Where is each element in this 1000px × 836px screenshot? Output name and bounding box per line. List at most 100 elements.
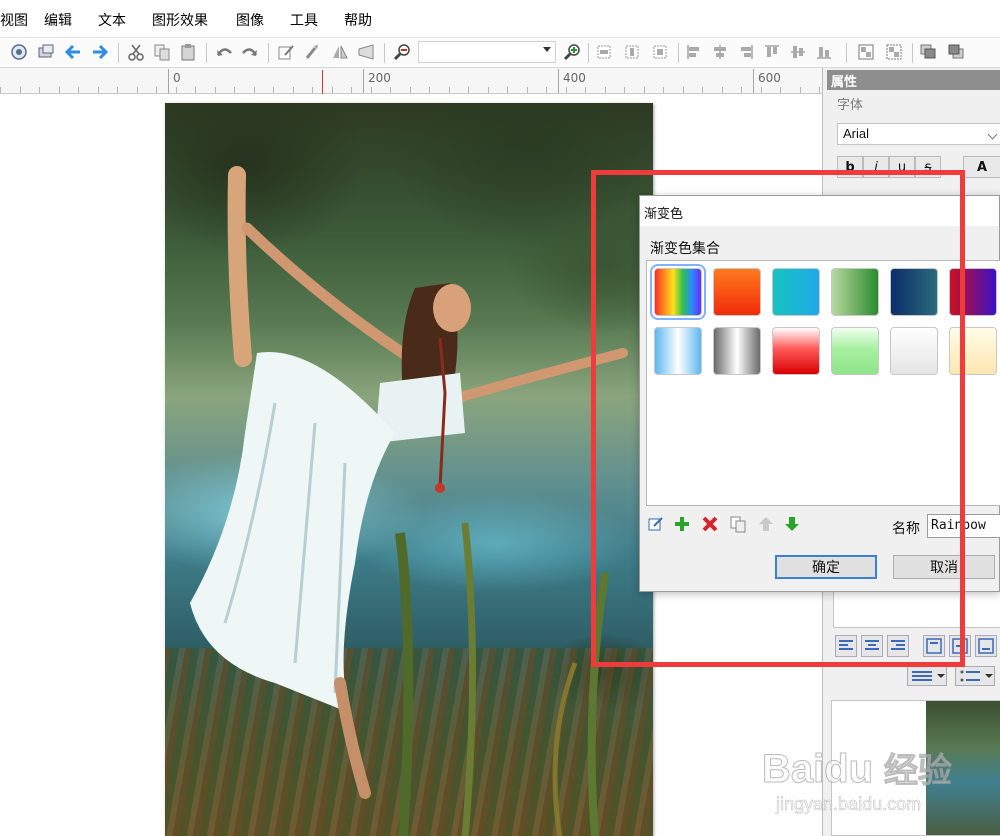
- menu-tools[interactable]: 工具: [290, 10, 318, 30]
- ruler-minor-tick: [761, 87, 762, 93]
- fit-page-icon[interactable]: [650, 42, 670, 62]
- publish-icon[interactable]: [36, 42, 56, 62]
- gradient-swatch-aqua[interactable]: [772, 268, 820, 316]
- move-up-icon[interactable]: [756, 514, 776, 534]
- ok-button[interactable]: 确定: [775, 555, 877, 579]
- menu-image[interactable]: 图像: [236, 10, 264, 30]
- delete-gradient-icon[interactable]: [700, 514, 720, 534]
- cut-icon[interactable]: [126, 42, 146, 62]
- ruler-minor-tick: [156, 87, 157, 93]
- menu-text[interactable]: 文本: [98, 10, 126, 30]
- gradient-name-input[interactable]: Rainbow: [927, 514, 1000, 538]
- align-center-icon[interactable]: [710, 42, 730, 62]
- ruler-label: 200: [368, 71, 391, 85]
- ruler-minor-tick: [663, 87, 664, 93]
- chevron-down-icon: [543, 47, 551, 52]
- redo-icon[interactable]: [240, 42, 260, 62]
- back-arrow-icon[interactable]: [63, 42, 83, 62]
- edit-gradient-icon[interactable]: [646, 514, 666, 534]
- copy-icon[interactable]: [152, 42, 172, 62]
- ruler-minor-tick: [390, 87, 391, 93]
- group-icon[interactable]: [856, 42, 876, 62]
- ruler-minor-tick: [507, 87, 508, 93]
- line-spacing-dropdown[interactable]: [907, 666, 947, 686]
- paste-icon[interactable]: [178, 42, 198, 62]
- bring-front-icon[interactable]: [918, 42, 938, 62]
- gradient-swatch-light-green[interactable]: [831, 327, 879, 375]
- toolbar-separator: [912, 43, 913, 63]
- valign-top-button[interactable]: [923, 635, 945, 657]
- forward-arrow-icon[interactable]: [90, 42, 110, 62]
- menu-graphic-effects[interactable]: 图形效果: [152, 10, 208, 30]
- yoga-photo[interactable]: [165, 103, 653, 836]
- ruler-minor-tick: [117, 87, 118, 93]
- duplicate-gradient-icon[interactable]: [728, 514, 748, 534]
- align-left-icon[interactable]: [684, 42, 704, 62]
- toolbar-separator: [846, 43, 847, 63]
- align-right-icon[interactable]: [736, 42, 756, 62]
- valign-bottom-button[interactable]: [975, 635, 997, 657]
- ruler-minor-tick: [449, 87, 450, 93]
- gradient-swatch-sky-blue[interactable]: [654, 327, 702, 375]
- dialog-title: 渐变色: [640, 196, 999, 226]
- gradient-swatch-purple-red[interactable]: [949, 268, 997, 316]
- gradient-swatch-white[interactable]: [890, 327, 938, 375]
- font-color-button[interactable]: A: [963, 156, 1000, 178]
- fit-width-icon[interactable]: [594, 42, 614, 62]
- ruler-minor-tick: [410, 87, 411, 93]
- ruler-minor-tick: [468, 87, 469, 93]
- font-family-select[interactable]: Arial: [837, 123, 1000, 145]
- gradient-swatch-silver[interactable]: [713, 327, 761, 375]
- zoom-out-icon[interactable]: [392, 42, 412, 62]
- bold-label: b: [845, 159, 855, 175]
- perspective-icon[interactable]: [356, 42, 376, 62]
- italic-button[interactable]: i: [863, 156, 889, 178]
- text-align-left-button[interactable]: [835, 635, 857, 657]
- web-icon[interactable]: [9, 42, 29, 62]
- ruler-minor-tick: [137, 87, 138, 93]
- edit-icon[interactable]: [276, 42, 296, 62]
- ruler-minor-tick: [371, 87, 372, 93]
- align-top-icon[interactable]: [762, 42, 782, 62]
- zoom-combo[interactable]: [418, 41, 556, 63]
- strikethrough-label: s: [924, 159, 932, 175]
- gradient-swatch-navy-teal[interactable]: [890, 268, 938, 316]
- bold-button[interactable]: b: [837, 156, 863, 178]
- gradient-swatch-cream[interactable]: [949, 327, 997, 375]
- text-align-right-button[interactable]: [887, 635, 909, 657]
- gradient-swatch-green[interactable]: [831, 268, 879, 316]
- ruler-minor-tick: [800, 87, 801, 93]
- menu-bar: 视图 编辑 文本 图形效果 图像 工具 帮助: [0, 0, 1000, 38]
- valign-middle-button[interactable]: [949, 635, 971, 657]
- underline-button[interactable]: u: [889, 156, 915, 178]
- add-gradient-icon[interactable]: [672, 514, 692, 534]
- ungroup-icon[interactable]: [884, 42, 904, 62]
- move-down-icon[interactable]: [782, 514, 802, 534]
- cancel-button[interactable]: 取消: [893, 555, 995, 579]
- flip-horizontal-icon[interactable]: [330, 42, 350, 62]
- gradient-swatch-red[interactable]: [772, 327, 820, 375]
- align-middle-icon[interactable]: [788, 42, 808, 62]
- name-label: 名称: [892, 521, 920, 537]
- gradient-swatch-rainbow[interactable]: [650, 264, 706, 320]
- bullet-list-dropdown[interactable]: [955, 666, 995, 686]
- ruler-minor-tick: [78, 87, 79, 93]
- ruler-minor-tick: [98, 87, 99, 93]
- ruler-tick: [558, 69, 559, 93]
- menu-help[interactable]: 帮助: [344, 10, 372, 30]
- gradient-swatch-fire[interactable]: [713, 268, 761, 316]
- toolbar-separator: [678, 43, 679, 63]
- strikethrough-button[interactable]: s: [915, 156, 941, 178]
- text-align-center-button[interactable]: [861, 635, 883, 657]
- align-bottom-icon[interactable]: [814, 42, 834, 62]
- page-preview[interactable]: [831, 700, 1000, 836]
- menu-edit[interactable]: 编辑: [44, 10, 72, 30]
- undo-icon[interactable]: [214, 42, 234, 62]
- zoom-in-icon[interactable]: [562, 42, 582, 62]
- ruler-label: 600: [758, 71, 781, 85]
- ruler-label: 400: [563, 71, 586, 85]
- menu-view[interactable]: 视图: [0, 10, 28, 30]
- fit-height-icon[interactable]: [622, 42, 642, 62]
- send-back-icon[interactable]: [946, 42, 966, 62]
- brush-icon[interactable]: [302, 42, 322, 62]
